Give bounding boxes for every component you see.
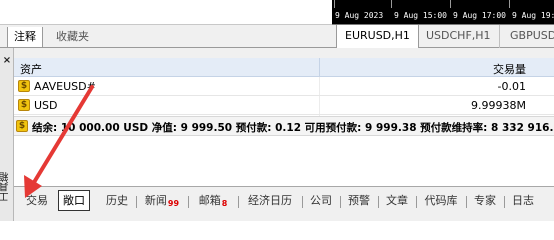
coin-icon: $ bbox=[18, 80, 30, 92]
tab-separator bbox=[302, 196, 303, 208]
toolbox-tab-bar: 交易 敞口 历史 新闻99 邮箱8 经济日历 公司 预警 文章 代码库 专家 日… bbox=[14, 186, 554, 221]
tab-separator bbox=[416, 196, 417, 208]
tab-news[interactable]: 新闻99 bbox=[141, 193, 183, 210]
exposure-table: 资产 交易量 $ AAVEUSD# -0.01 $ USD 9.99938M $… bbox=[14, 58, 554, 186]
tab-history[interactable]: 历史 bbox=[102, 193, 132, 210]
time-axis-label: 9 Aug 19:0 bbox=[512, 11, 554, 20]
tab-mailbox[interactable]: 邮箱8 bbox=[194, 193, 232, 210]
column-divider bbox=[319, 58, 320, 77]
mail-count-badge: 8 bbox=[221, 199, 228, 208]
chart-tab-usdchf[interactable]: USDCHF,H1 bbox=[418, 25, 500, 48]
toolbox-title: 工具箱 bbox=[0, 172, 11, 202]
account-summary-text: 结余: 10 000.00 USD 净值: 9 999.50 预付款: 0.12… bbox=[32, 122, 554, 134]
tab-experts[interactable]: 专家 bbox=[471, 193, 499, 210]
tab-separator bbox=[466, 196, 467, 208]
column-header-volume[interactable]: 交易量 bbox=[493, 61, 526, 77]
tab-separator bbox=[238, 196, 239, 208]
time-axis-tick bbox=[450, 0, 451, 8]
tab-separator bbox=[378, 196, 379, 208]
chart-tab-eurusd[interactable]: EURUSD,H1 bbox=[336, 25, 419, 48]
tab-exposure[interactable]: 敞口 bbox=[58, 190, 90, 211]
navigator-content-area bbox=[0, 0, 332, 24]
time-axis-tick bbox=[334, 0, 335, 8]
time-axis-label: 9 Aug 2023 bbox=[335, 11, 384, 20]
account-summary-row: $ 结余: 10 000.00 USD 净值: 9 999.50 预付款: 0.… bbox=[14, 116, 554, 136]
column-header-asset[interactable]: 资产 bbox=[20, 61, 42, 77]
chart-tab-bar: EURUSD,H1 USDCHF,H1 GBPUSD bbox=[332, 24, 554, 48]
tab-trade[interactable]: 交易 bbox=[22, 193, 52, 210]
tab-company[interactable]: 公司 bbox=[307, 193, 335, 210]
close-icon[interactable]: × bbox=[2, 56, 12, 66]
table-header: 资产 交易量 bbox=[14, 58, 554, 77]
asset-volume: 9.99938M bbox=[471, 99, 526, 112]
tab-comments[interactable]: 注释 bbox=[7, 27, 43, 48]
time-axis-tick bbox=[391, 0, 392, 8]
tab-articles[interactable]: 文章 bbox=[383, 193, 411, 210]
panel-splitter[interactable] bbox=[0, 48, 554, 58]
asset-name: AAVEUSD# bbox=[34, 80, 96, 93]
tab-favorites[interactable]: 收藏夹 bbox=[50, 27, 95, 48]
coin-icon: $ bbox=[18, 99, 30, 111]
tab-economic-calendar[interactable]: 经济日历 bbox=[244, 193, 296, 210]
tab-separator bbox=[504, 196, 505, 208]
tab-code-base[interactable]: 代码库 bbox=[421, 193, 461, 210]
news-count-badge: 99 bbox=[167, 199, 180, 208]
table-row[interactable]: $ USD 9.99938M bbox=[14, 96, 554, 115]
chart-tab-gbpusd[interactable]: GBPUSD bbox=[502, 25, 554, 48]
tab-separator bbox=[136, 196, 137, 208]
asset-name: USD bbox=[34, 99, 58, 112]
asset-volume: -0.01 bbox=[497, 80, 526, 93]
time-axis-label: 9 Aug 17:00 bbox=[453, 11, 506, 20]
tab-alerts[interactable]: 预警 bbox=[345, 193, 373, 210]
table-row[interactable]: $ AAVEUSD# -0.01 bbox=[14, 77, 554, 96]
chart-time-axis: 9 Aug 2023 9 Aug 15:00 9 Aug 17:00 9 Aug… bbox=[332, 0, 554, 24]
coin-icon: $ bbox=[16, 120, 28, 132]
navigator-tab-bar: 注释 收藏夹 bbox=[0, 24, 332, 48]
tab-separator bbox=[340, 196, 341, 208]
time-axis-tick bbox=[509, 0, 510, 8]
tab-journal[interactable]: 日志 bbox=[509, 193, 537, 210]
time-axis-label: 9 Aug 15:00 bbox=[394, 11, 447, 20]
tab-separator bbox=[188, 196, 189, 208]
